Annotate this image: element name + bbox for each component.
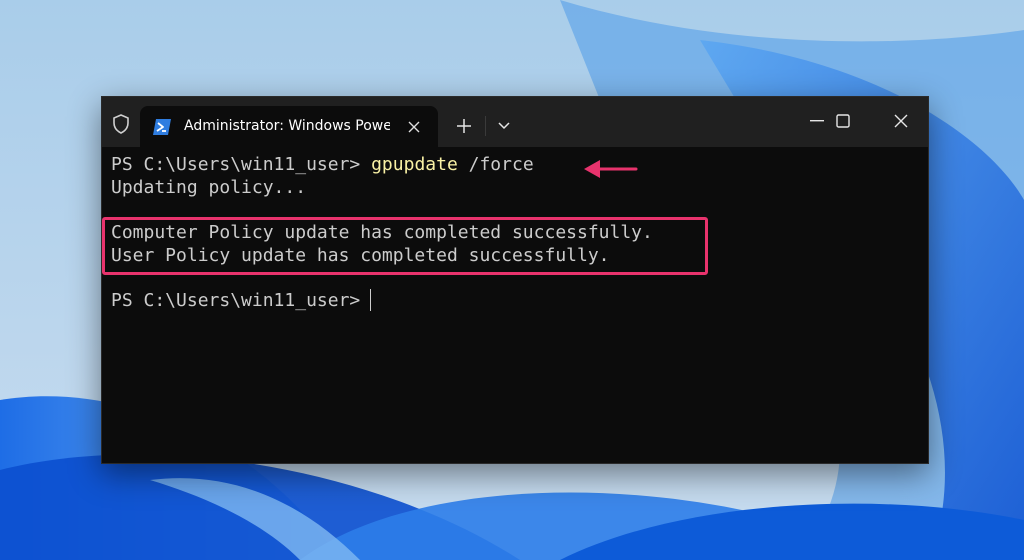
- chevron-down-icon[interactable]: [490, 113, 518, 139]
- prompt: PS C:\Users\win11_user>: [111, 154, 372, 175]
- text-cursor: [370, 289, 372, 311]
- success-highlight-box: [102, 217, 708, 275]
- command-argument: /force: [457, 154, 534, 175]
- console-line: PS C:\Users\win11_user> gpupdate /force: [111, 153, 534, 176]
- close-icon[interactable]: [402, 115, 426, 139]
- close-icon: [894, 114, 908, 128]
- title-bar[interactable]: Administrator: Windows PowerShell: [102, 97, 928, 147]
- prompt: PS C:\Users\win11_user>: [111, 290, 361, 311]
- tab-separator: [485, 116, 486, 136]
- command: gpupdate: [371, 154, 458, 175]
- console-line: Updating policy...: [111, 177, 307, 198]
- terminal-window: Administrator: Windows PowerShell: [101, 96, 929, 464]
- maximize-icon: [836, 114, 850, 128]
- close-window-button[interactable]: [873, 101, 929, 141]
- shield-icon: [110, 113, 132, 135]
- tab-powershell[interactable]: Administrator: Windows PowerShell: [140, 106, 438, 147]
- maximize-button[interactable]: [815, 101, 871, 141]
- console-line: PS C:\Users\win11_user>: [111, 289, 372, 312]
- console-output[interactable]: PS C:\Users\win11_user> gpupdate /force …: [111, 153, 918, 455]
- plus-icon[interactable]: [450, 113, 478, 139]
- powershell-icon: [153, 119, 171, 135]
- tab-title: Administrator: Windows PowerShell: [184, 118, 390, 134]
- annotation-arrow-icon: [584, 160, 638, 178]
